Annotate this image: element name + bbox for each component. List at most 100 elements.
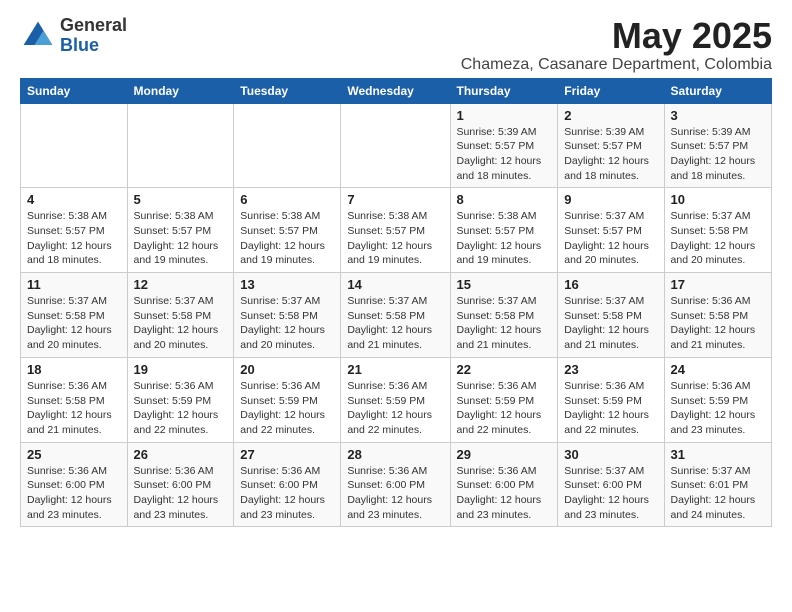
day-number: 17 <box>671 277 765 292</box>
day-number: 22 <box>457 362 552 377</box>
calendar-cell: 18Sunrise: 5:36 AM Sunset: 5:58 PM Dayli… <box>21 357 128 442</box>
day-info: Sunrise: 5:37 AM Sunset: 5:58 PM Dayligh… <box>347 294 443 353</box>
weekday-header-row: SundayMondayTuesdayWednesdayThursdayFrid… <box>21 78 772 103</box>
day-number: 29 <box>457 447 552 462</box>
logo-general-text: General <box>60 16 127 36</box>
day-info: Sunrise: 5:37 AM Sunset: 5:58 PM Dayligh… <box>134 294 228 353</box>
day-info: Sunrise: 5:36 AM Sunset: 6:00 PM Dayligh… <box>134 464 228 523</box>
calendar-cell: 30 Sunrise: 5:37 AM Sunset: 6:00 PM Dayli… <box>558 442 664 527</box>
day-number: 20 <box>240 362 334 377</box>
weekday-header-saturday: Saturday <box>664 78 771 103</box>
weekday-header-thursday: Thursday <box>450 78 558 103</box>
day-info: Sunrise: 5:36 AM Sunset: 5:59 PM Dayligh… <box>564 379 657 438</box>
page-header: General Blue May 2025 Chameza, Casanare … <box>20 16 772 74</box>
calendar-cell <box>234 103 341 188</box>
day-number: 14 <box>347 277 443 292</box>
day-number: 21 <box>347 362 443 377</box>
day-number: 31 <box>671 447 765 462</box>
calendar-cell: 13 Sunrise: 5:37 AM Sunset: 5:58 PM Dayli… <box>234 273 341 358</box>
day-number: 28 <box>347 447 443 462</box>
day-number: 10 <box>671 192 765 207</box>
calendar-cell: 9 Sunrise: 5:37 AM Sunset: 5:57 PM Daylig… <box>558 188 664 273</box>
day-number: 11 <box>27 277 121 292</box>
calendar-cell: 19Sunrise: 5:36 AM Sunset: 5:59 PM Dayli… <box>127 357 234 442</box>
calendar-table: SundayMondayTuesdayWednesdayThursdayFrid… <box>20 78 772 528</box>
calendar-cell: 5 Sunrise: 5:38 AM Sunset: 5:57 PM Daylig… <box>127 188 234 273</box>
weekday-header-sunday: Sunday <box>21 78 128 103</box>
day-number: 25 <box>27 447 121 462</box>
day-number: 4 <box>27 192 121 207</box>
calendar-week-row: 1 Sunrise: 5:39 AM Sunset: 5:57 PM Daylig… <box>21 103 772 188</box>
day-number: 6 <box>240 192 334 207</box>
calendar-cell: 20 Sunrise: 5:36 AM Sunset: 5:59 PM Dayli… <box>234 357 341 442</box>
calendar-cell: 17 Sunrise: 5:36 AM Sunset: 5:58 PM Dayli… <box>664 273 771 358</box>
day-number: 13 <box>240 277 334 292</box>
calendar-cell: 25 Sunrise: 5:36 AM Sunset: 6:00 PM Dayli… <box>21 442 128 527</box>
day-number: 26 <box>134 447 228 462</box>
calendar-cell: 4 Sunrise: 5:38 AM Sunset: 5:57 PM Daylig… <box>21 188 128 273</box>
day-info: Sunrise: 5:38 AM Sunset: 5:57 PM Dayligh… <box>134 209 228 268</box>
calendar-cell <box>127 103 234 188</box>
calendar-cell: 22 Sunrise: 5:36 AM Sunset: 5:59 PM Dayli… <box>450 357 558 442</box>
day-number: 30 <box>564 447 657 462</box>
day-number: 15 <box>457 277 552 292</box>
day-number: 23 <box>564 362 657 377</box>
calendar-cell: 15Sunrise: 5:37 AM Sunset: 5:58 PM Dayli… <box>450 273 558 358</box>
day-number: 12 <box>134 277 228 292</box>
day-info: Sunrise: 5:38 AM Sunset: 5:57 PM Dayligh… <box>27 209 121 268</box>
day-info: Sunrise: 5:39 AM Sunset: 5:57 PM Dayligh… <box>564 125 657 184</box>
location-title: Chameza, Casanare Department, Colombia <box>461 56 772 74</box>
calendar-week-row: 25 Sunrise: 5:36 AM Sunset: 6:00 PM Dayli… <box>21 442 772 527</box>
day-info: Sunrise: 5:36 AM Sunset: 6:00 PM Dayligh… <box>240 464 334 523</box>
day-info: Sunrise: 5:37 AM Sunset: 5:58 PM Dayligh… <box>240 294 334 353</box>
calendar-cell: 16Sunrise: 5:37 AM Sunset: 5:58 PM Dayli… <box>558 273 664 358</box>
day-info: Sunrise: 5:37 AM Sunset: 6:00 PM Dayligh… <box>564 464 657 523</box>
day-info: Sunrise: 5:37 AM Sunset: 5:58 PM Dayligh… <box>564 294 657 353</box>
day-info: Sunrise: 5:38 AM Sunset: 5:57 PM Dayligh… <box>240 209 334 268</box>
calendar-cell: 12 Sunrise: 5:37 AM Sunset: 5:58 PM Dayli… <box>127 273 234 358</box>
calendar-cell: 6 Sunrise: 5:38 AM Sunset: 5:57 PM Daylig… <box>234 188 341 273</box>
logo: General Blue <box>20 16 127 56</box>
day-info: Sunrise: 5:38 AM Sunset: 5:57 PM Dayligh… <box>347 209 443 268</box>
day-info: Sunrise: 5:37 AM Sunset: 6:01 PM Dayligh… <box>671 464 765 523</box>
day-info: Sunrise: 5:36 AM Sunset: 5:58 PM Dayligh… <box>671 294 765 353</box>
calendar-week-row: 11 Sunrise: 5:37 AM Sunset: 5:58 PM Dayli… <box>21 273 772 358</box>
day-info: Sunrise: 5:37 AM Sunset: 5:57 PM Dayligh… <box>564 209 657 268</box>
day-number: 19 <box>134 362 228 377</box>
calendar-cell: 3 Sunrise: 5:39 AM Sunset: 5:57 PM Daylig… <box>664 103 771 188</box>
calendar-cell <box>341 103 450 188</box>
day-number: 7 <box>347 192 443 207</box>
calendar-cell: 11 Sunrise: 5:37 AM Sunset: 5:58 PM Dayli… <box>21 273 128 358</box>
day-number: 5 <box>134 192 228 207</box>
month-title: May 2025 <box>461 16 772 56</box>
calendar-cell: 10 Sunrise: 5:37 AM Sunset: 5:58 PM Dayli… <box>664 188 771 273</box>
day-info: Sunrise: 5:37 AM Sunset: 5:58 PM Dayligh… <box>671 209 765 268</box>
calendar-cell: 14 Sunrise: 5:37 AM Sunset: 5:58 PM Dayli… <box>341 273 450 358</box>
weekday-header-tuesday: Tuesday <box>234 78 341 103</box>
day-number: 9 <box>564 192 657 207</box>
calendar-cell: 28Sunrise: 5:36 AM Sunset: 6:00 PM Dayli… <box>341 442 450 527</box>
day-info: Sunrise: 5:39 AM Sunset: 5:57 PM Dayligh… <box>457 125 552 184</box>
calendar-cell <box>21 103 128 188</box>
day-info: Sunrise: 5:36 AM Sunset: 5:59 PM Dayligh… <box>671 379 765 438</box>
day-info: Sunrise: 5:36 AM Sunset: 6:00 PM Dayligh… <box>27 464 121 523</box>
calendar-cell: 23 Sunrise: 5:36 AM Sunset: 5:59 PM Dayli… <box>558 357 664 442</box>
day-info: Sunrise: 5:39 AM Sunset: 5:57 PM Dayligh… <box>671 125 765 184</box>
day-number: 8 <box>457 192 552 207</box>
weekday-header-friday: Friday <box>558 78 664 103</box>
day-info: Sunrise: 5:36 AM Sunset: 5:59 PM Dayligh… <box>240 379 334 438</box>
day-info: Sunrise: 5:36 AM Sunset: 5:58 PM Dayligh… <box>27 379 121 438</box>
calendar-week-row: 4 Sunrise: 5:38 AM Sunset: 5:57 PM Daylig… <box>21 188 772 273</box>
day-number: 3 <box>671 108 765 123</box>
day-number: 1 <box>457 108 552 123</box>
day-info: Sunrise: 5:36 AM Sunset: 5:59 PM Dayligh… <box>457 379 552 438</box>
calendar-cell: 7 Sunrise: 5:38 AM Sunset: 5:57 PM Daylig… <box>341 188 450 273</box>
logo-blue-text: Blue <box>60 36 127 56</box>
calendar-cell: 31 Sunrise: 5:37 AM Sunset: 6:01 PM Dayli… <box>664 442 771 527</box>
calendar-week-row: 18Sunrise: 5:36 AM Sunset: 5:58 PM Dayli… <box>21 357 772 442</box>
calendar-cell: 2Sunrise: 5:39 AM Sunset: 5:57 PM Daylig… <box>558 103 664 188</box>
weekday-header-wednesday: Wednesday <box>341 78 450 103</box>
day-info: Sunrise: 5:36 AM Sunset: 5:59 PM Dayligh… <box>347 379 443 438</box>
day-info: Sunrise: 5:37 AM Sunset: 5:58 PM Dayligh… <box>27 294 121 353</box>
logo-text: General Blue <box>60 16 127 56</box>
